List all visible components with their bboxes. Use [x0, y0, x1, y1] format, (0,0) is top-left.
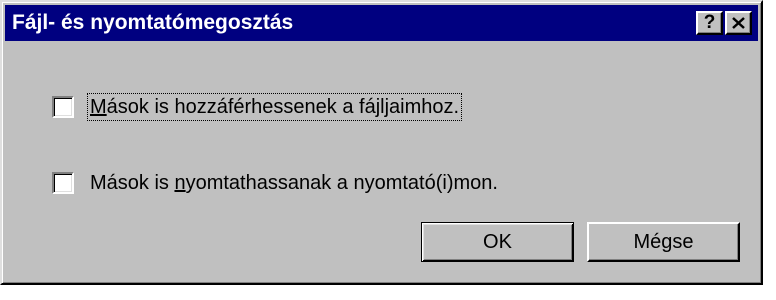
help-button[interactable]: ?: [696, 11, 723, 35]
share-files-option[interactable]: Mások is hozzáférhessenek a fájljaimhoz.: [52, 93, 463, 121]
share-files-checkbox[interactable]: [52, 96, 74, 118]
cancel-button[interactable]: Mégse: [587, 222, 740, 262]
close-button[interactable]: [725, 11, 752, 35]
close-icon: [732, 17, 745, 29]
share-printers-label[interactable]: Mások is nyomtathassanak a nyomtató(i)mo…: [88, 170, 500, 196]
help-icon: ?: [703, 12, 716, 33]
share-files-label-post: ások is hozzáférhessenek a fájljaimhoz.: [106, 96, 460, 118]
share-printers-label-pre: Mások is: [90, 172, 175, 194]
share-files-label[interactable]: Mások is hozzáférhessenek a fájljaimhoz.: [86, 93, 463, 121]
share-files-accel: M: [90, 96, 107, 118]
share-printers-accel: n: [174, 172, 186, 194]
file-printer-sharing-dialog: Fájl- és nyomtatómegosztás ? Mások is ho…: [0, 0, 763, 285]
title-bar[interactable]: Fájl- és nyomtatómegosztás ?: [5, 5, 758, 41]
share-printers-option[interactable]: Mások is nyomtathassanak a nyomtató(i)mo…: [52, 170, 500, 196]
share-printers-checkbox[interactable]: [52, 172, 74, 194]
share-printers-label-post: yomtathassanak a nyomtató(i)mon.: [185, 172, 498, 194]
ok-button[interactable]: OK: [421, 222, 574, 262]
dialog-title: Fájl- és nyomtatómegosztás: [12, 11, 294, 34]
